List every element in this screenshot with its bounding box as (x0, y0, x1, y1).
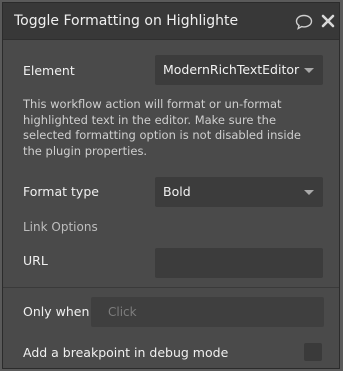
section-divider (3, 287, 339, 288)
only-when-placeholder: Click (108, 305, 137, 319)
close-icon[interactable] (321, 14, 335, 28)
url-label: URL (23, 253, 48, 268)
only-when-label: Only when (23, 304, 90, 319)
panel-header: Toggle Formatting on Highlighte (3, 3, 339, 40)
breakpoint-checkbox[interactable] (304, 343, 322, 361)
link-options-label: Link Options (23, 220, 98, 234)
chevron-down-icon (304, 68, 314, 73)
format-type-label: Format type (23, 184, 99, 199)
only-when-input[interactable]: Click (91, 297, 324, 327)
format-type-value: Bold (163, 184, 191, 199)
element-label: Element (23, 63, 75, 78)
element-dropdown[interactable]: ModernRichTextEditor A (155, 55, 323, 85)
action-description: This workflow action will format or un-f… (23, 97, 301, 158)
chevron-down-icon (304, 190, 314, 195)
element-dropdown-value: ModernRichTextEditor A (163, 62, 303, 77)
url-input[interactable] (155, 248, 323, 278)
format-type-dropdown[interactable]: Bold (155, 177, 323, 207)
breakpoint-label: Add a breakpoint in debug mode (23, 345, 229, 360)
workflow-action-panel: Toggle Formatting on Highlighte Element … (2, 2, 340, 369)
comment-icon[interactable] (295, 14, 313, 30)
panel-title: Toggle Formatting on Highlighte (14, 13, 239, 29)
